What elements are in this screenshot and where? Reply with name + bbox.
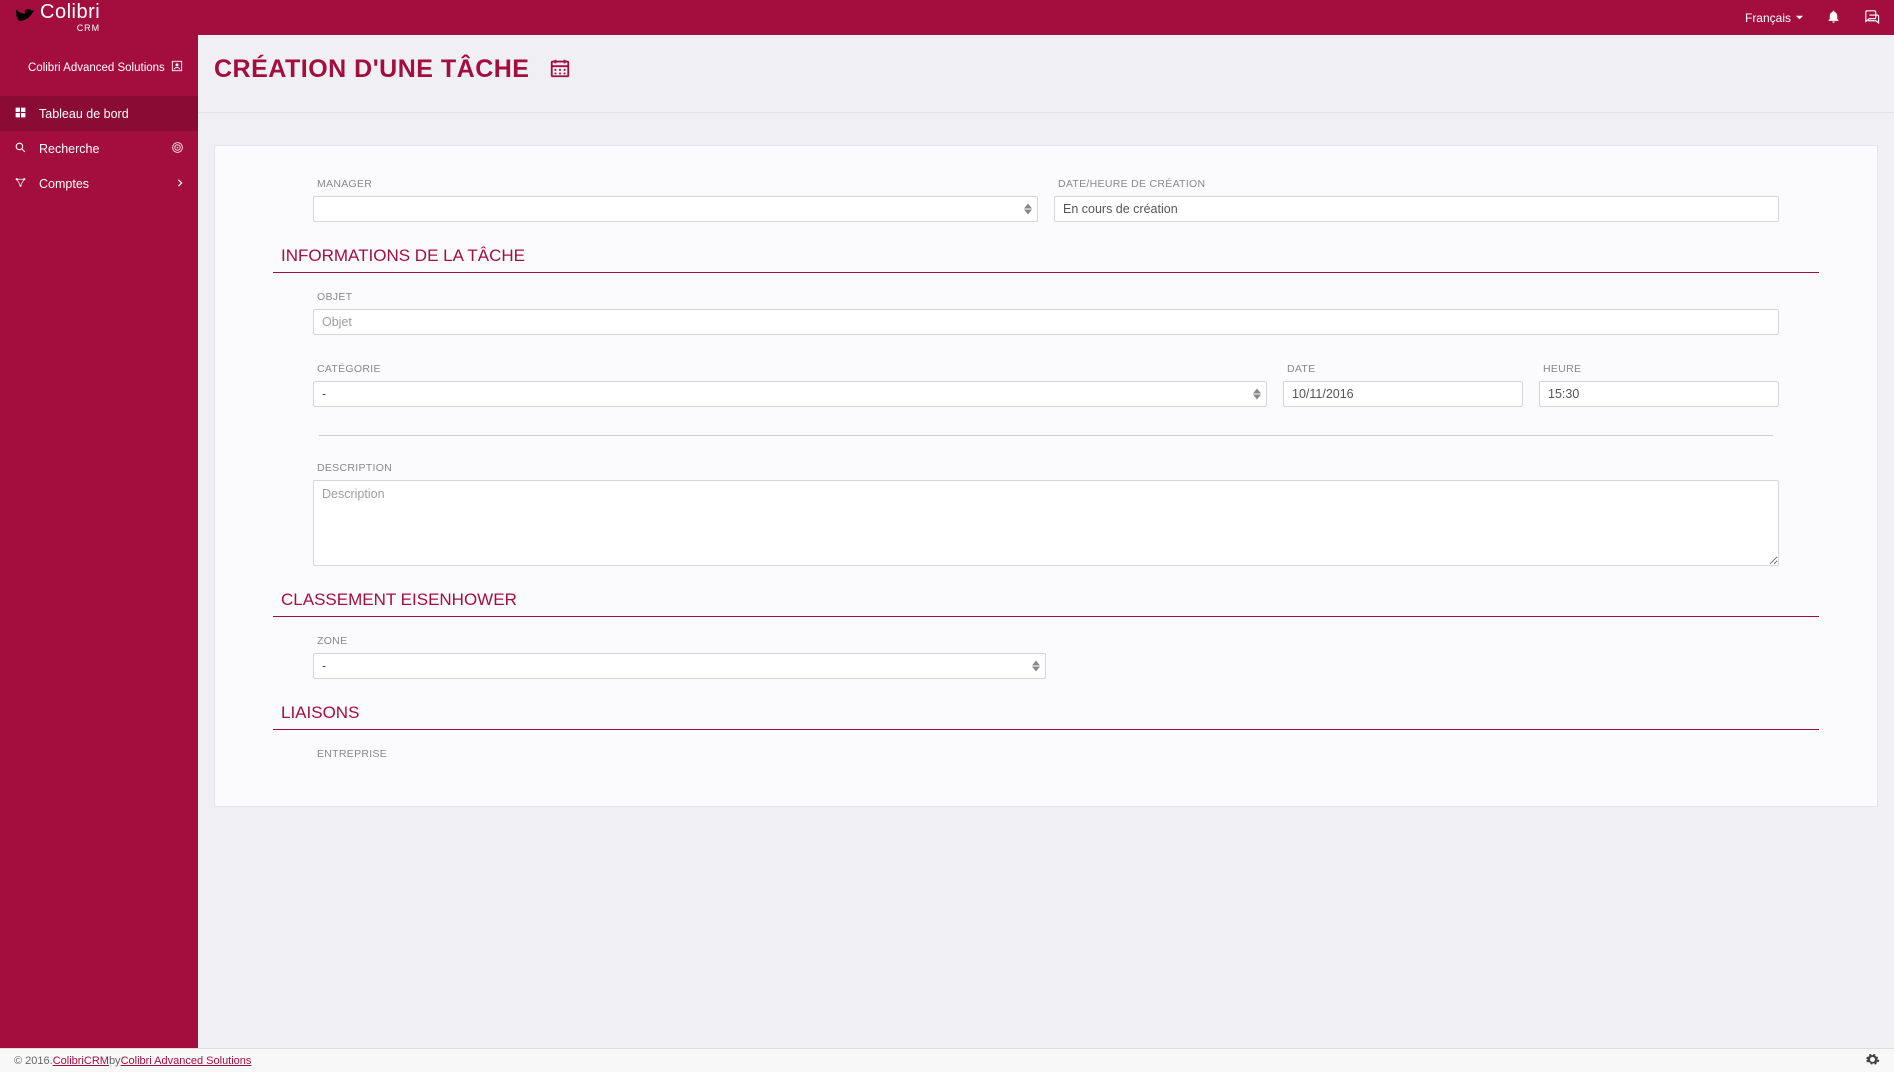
categorie-select[interactable]: - bbox=[313, 381, 1267, 407]
desc-label: DESCRIPTION bbox=[313, 462, 1779, 474]
entreprise-label: ENTREPRISE bbox=[313, 748, 1779, 760]
settings-button[interactable] bbox=[1865, 1052, 1880, 1070]
sidebar-item-dashboard[interactable]: Tableau de bord bbox=[0, 96, 198, 131]
categorie-label: CATÉGORIE bbox=[313, 363, 1267, 375]
desc-textarea[interactable] bbox=[313, 480, 1779, 566]
objet-label: OBJET bbox=[313, 291, 1779, 303]
date-label: DATE bbox=[1283, 363, 1523, 375]
zone-select[interactable]: - bbox=[313, 653, 1046, 679]
sidebar-item-label: Recherche bbox=[39, 142, 99, 156]
notifications-button[interactable] bbox=[1826, 9, 1841, 27]
main: CRÉATION D'UNE TÂCHE MANAGER bbox=[198, 35, 1894, 1048]
creation-dt-label: DATE/HEURE DE CRÉATION bbox=[1054, 178, 1779, 190]
manager-select[interactable] bbox=[313, 196, 1038, 222]
section-title-eisenhower: CLASSEMENT EISENHOWER bbox=[273, 590, 1819, 617]
sidebar-item-label: Comptes bbox=[39, 177, 89, 191]
target-icon bbox=[171, 141, 184, 157]
heure-input[interactable] bbox=[1539, 381, 1779, 407]
divider bbox=[319, 435, 1773, 436]
brand-sub: CRM bbox=[40, 24, 100, 33]
date-input[interactable] bbox=[1283, 381, 1523, 407]
org-row[interactable]: Colibri Advanced Solutions bbox=[0, 35, 198, 96]
brand[interactable]: Colibri CRM bbox=[14, 2, 100, 33]
brand-name: Colibri bbox=[40, 2, 100, 22]
section-title-info: INFORMATIONS DE LA TÂCHE bbox=[273, 246, 1819, 273]
chevron-down-icon bbox=[1795, 11, 1804, 25]
grid-icon bbox=[14, 106, 27, 122]
footer-by: by bbox=[109, 1055, 121, 1067]
zone-label: ZONE bbox=[313, 635, 1046, 647]
sidebar-item-label: Tableau de bord bbox=[39, 107, 129, 121]
contact-card-icon bbox=[170, 59, 184, 76]
sidebar: Colibri Advanced Solutions Tableau de bo… bbox=[0, 35, 198, 1048]
language-label: Français bbox=[1745, 11, 1791, 25]
network-icon bbox=[14, 176, 27, 192]
footer-link-app[interactable]: ColibriCRM bbox=[53, 1055, 109, 1067]
footer-link-company[interactable]: Colibri Advanced Solutions bbox=[121, 1055, 252, 1067]
gear-icon bbox=[1865, 1058, 1880, 1070]
bird-icon bbox=[14, 5, 36, 30]
page-title: CRÉATION D'UNE TÂCHE bbox=[214, 55, 529, 84]
page-header: CRÉATION D'UNE TÂCHE bbox=[198, 35, 1894, 113]
chat-icon bbox=[1863, 8, 1880, 28]
creation-dt-field[interactable] bbox=[1054, 196, 1779, 222]
footer-copyright: © 2016. bbox=[14, 1055, 53, 1067]
chat-button[interactable] bbox=[1863, 8, 1880, 28]
manager-label: MANAGER bbox=[313, 178, 1038, 190]
bell-icon bbox=[1826, 9, 1841, 27]
top-actions: Français bbox=[1745, 8, 1880, 28]
footer: © 2016. ColibriCRM by Colibri Advanced S… bbox=[0, 1048, 1894, 1072]
calendar-icon[interactable] bbox=[549, 57, 571, 82]
language-select[interactable]: Français bbox=[1745, 11, 1804, 25]
org-name: Colibri Advanced Solutions bbox=[28, 62, 165, 74]
sidebar-item-search[interactable]: Recherche bbox=[0, 131, 198, 166]
sidebar-item-accounts[interactable]: Comptes bbox=[0, 166, 198, 201]
topbar: Colibri CRM Français bbox=[0, 0, 1894, 35]
section-title-liaisons: LIAISONS bbox=[273, 703, 1819, 730]
heure-label: HEURE bbox=[1539, 363, 1779, 375]
chevron-right-icon bbox=[176, 177, 184, 191]
form-card: MANAGER bbox=[214, 145, 1878, 807]
search-icon bbox=[14, 141, 27, 157]
objet-input[interactable] bbox=[313, 309, 1779, 335]
